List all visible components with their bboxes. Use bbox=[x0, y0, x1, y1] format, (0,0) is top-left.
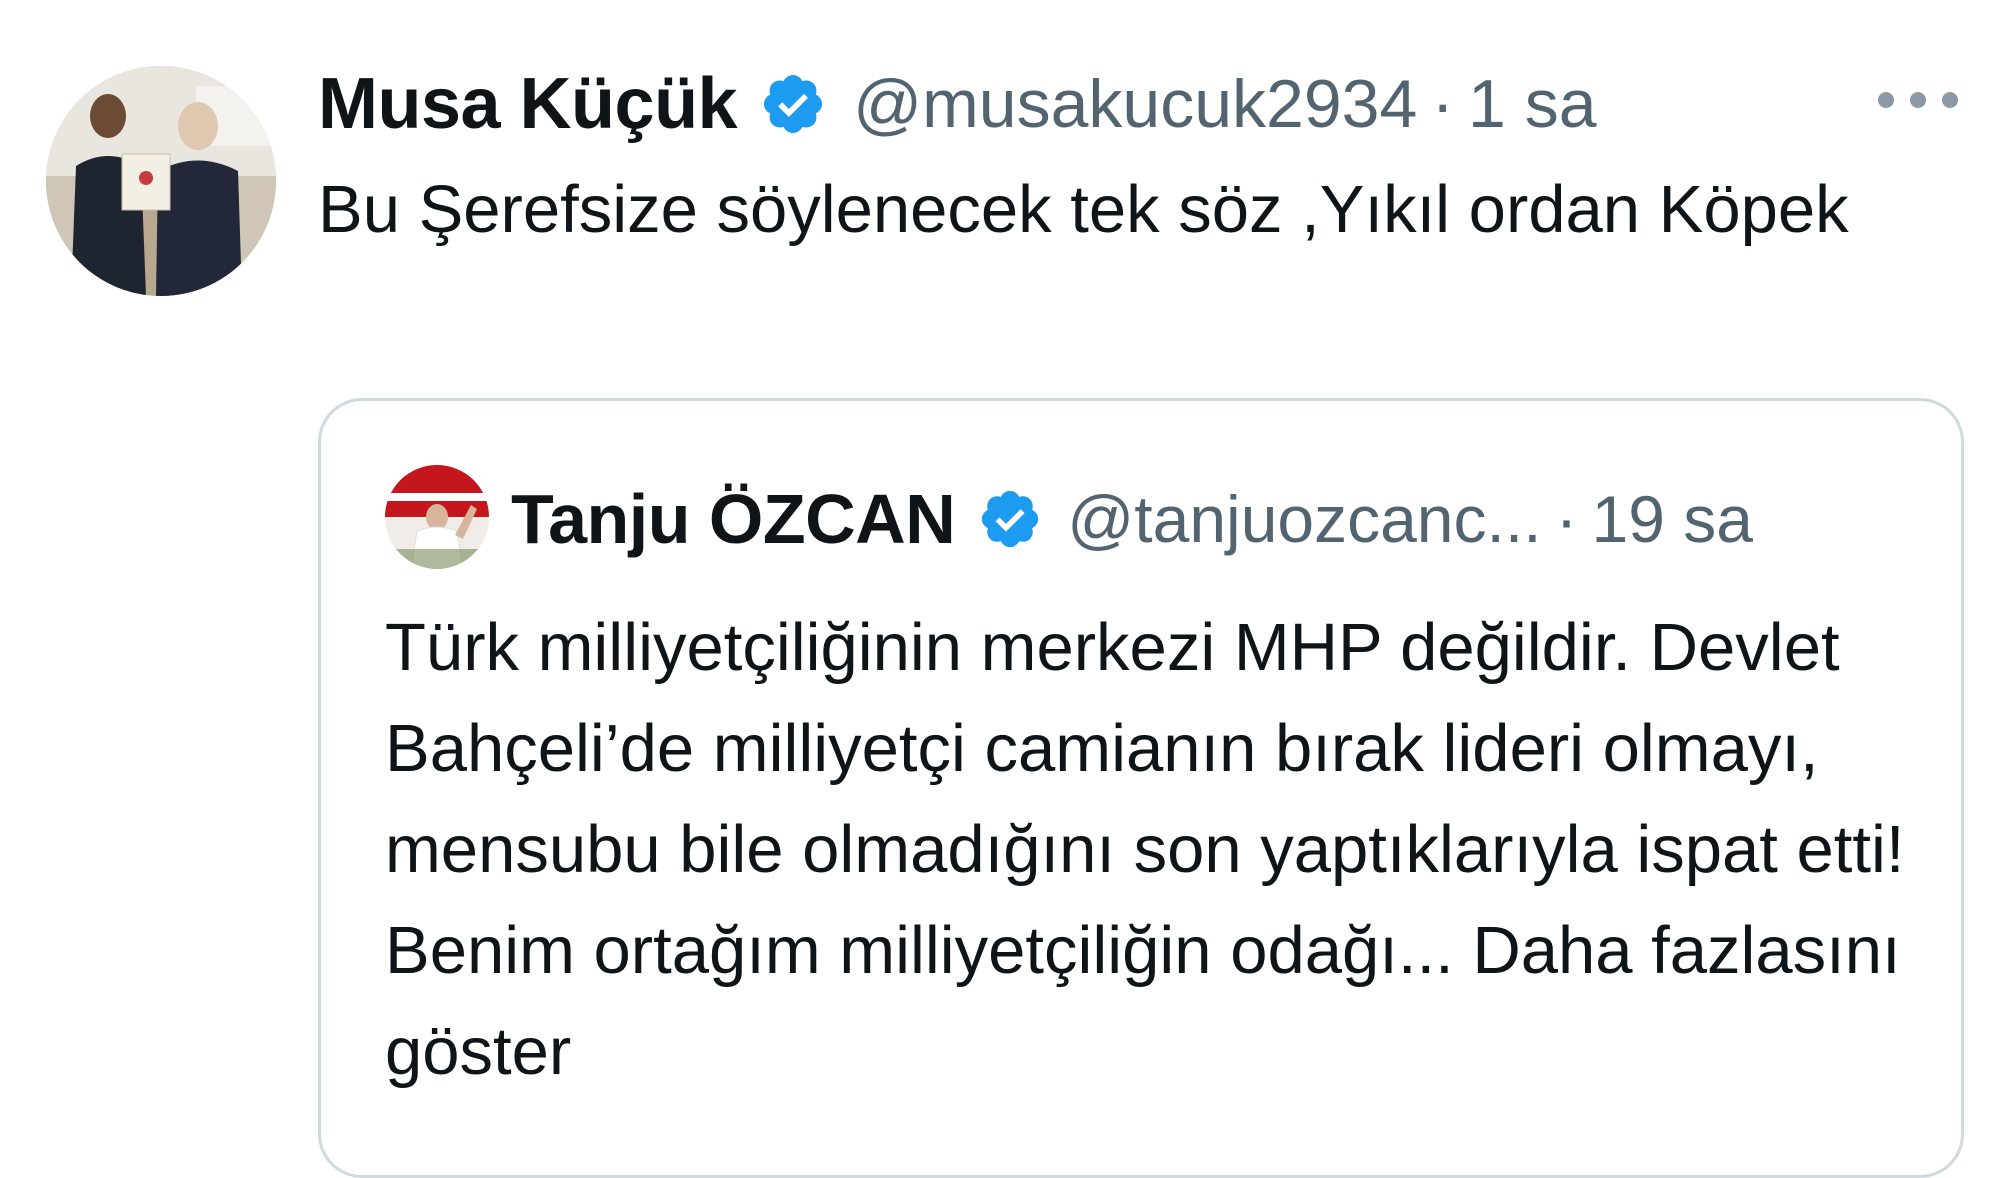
quoted-tweet-timestamp[interactable]: 19 sa bbox=[1592, 481, 1753, 557]
tweet-timestamp[interactable]: 1 sa bbox=[1468, 65, 1597, 143]
quoted-author-handle[interactable]: @tanjuozcanc... bbox=[1067, 481, 1541, 557]
tweet-text: Bu Şerefsize söylenecek tek söz ,Yıkıl o… bbox=[318, 172, 1849, 247]
quoted-tweet-header: Tanju ÖZCAN @tanjuozcanc... · 19 sa bbox=[511, 467, 1753, 571]
verified-badge-icon bbox=[982, 490, 1039, 548]
quoted-author-avatar-photo bbox=[385, 465, 489, 569]
separator-dot: · bbox=[1431, 66, 1454, 142]
author-handle[interactable]: @musakucuk2934 bbox=[853, 65, 1417, 143]
separator-dot: · bbox=[1555, 482, 1578, 556]
quoted-tweet[interactable]: Tanju ÖZCAN @tanjuozcanc... · 19 sa Türk… bbox=[318, 398, 1964, 1178]
tweet-header: Musa Küçük @musakucuk2934 · 1 sa bbox=[318, 56, 1597, 152]
author-avatar-photo bbox=[46, 66, 276, 296]
quoted-tweet-text: Türk milliyetçiliğinin merkezi MHP değil… bbox=[385, 597, 1945, 1102]
verified-badge-icon bbox=[764, 74, 823, 134]
ellipsis-icon bbox=[1942, 92, 1958, 108]
ellipsis-icon bbox=[1910, 92, 1926, 108]
author-avatar[interactable] bbox=[46, 66, 276, 296]
quoted-author-avatar[interactable] bbox=[385, 465, 489, 569]
quoted-author-name[interactable]: Tanju ÖZCAN bbox=[511, 479, 956, 559]
tweet: Musa Küçük @musakucuk2934 · 1 sa Bu Şere… bbox=[0, 0, 1996, 1178]
ellipsis-icon bbox=[1878, 92, 1894, 108]
more-options-button[interactable] bbox=[1878, 86, 1958, 114]
author-name[interactable]: Musa Küçük bbox=[318, 63, 738, 145]
